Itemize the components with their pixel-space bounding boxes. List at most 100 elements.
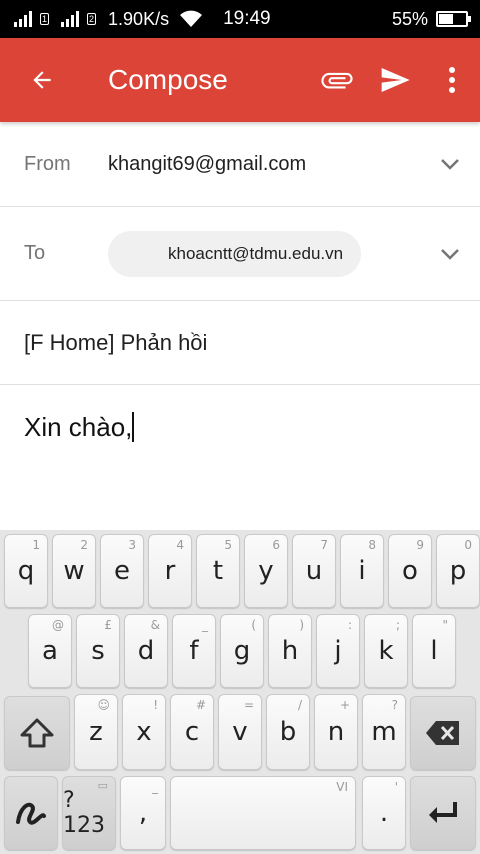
- key-i[interactable]: 8i: [340, 534, 384, 608]
- key-d[interactable]: & d: [124, 614, 168, 688]
- battery-percent: 55%: [391, 8, 428, 29]
- signal-strength-icon: [61, 11, 80, 27]
- enter-icon: [429, 802, 457, 823]
- message-body-field[interactable]: Xin chào,: [0, 386, 480, 530]
- status-bar: 1 2 1.90K/s 19:49 55%: [0, 0, 480, 38]
- key-hint: 7: [320, 538, 328, 552]
- key-x[interactable]: ! x: [122, 694, 166, 770]
- key-hint: 2: [80, 538, 88, 552]
- key-e[interactable]: 3e: [100, 534, 144, 608]
- key-v[interactable]: = v: [218, 694, 262, 770]
- from-row[interactable]: From khangit69@gmail.com: [0, 122, 480, 207]
- backspace-icon: [426, 721, 459, 745]
- period-key-hint: ': [394, 780, 398, 794]
- period-key[interactable]: ' .: [362, 776, 406, 850]
- key-w[interactable]: 2w: [52, 534, 96, 608]
- shift-icon: [20, 718, 54, 748]
- app-bar: Compose: [0, 38, 480, 122]
- key-t[interactable]: 5t: [196, 534, 240, 608]
- key-y[interactable]: 6y: [244, 534, 288, 608]
- key-p[interactable]: 0p: [436, 534, 480, 608]
- message-body-text: Xin chào,: [24, 412, 133, 442]
- key-hint: @: [52, 618, 64, 632]
- key-hint: =: [243, 698, 254, 712]
- key-label: u: [305, 556, 323, 586]
- chevron-down-icon: [441, 159, 459, 170]
- key-label: d: [137, 636, 155, 666]
- key-hint: #: [195, 698, 206, 712]
- key-label: t: [212, 556, 224, 586]
- subject-field[interactable]: [F Home] Phản hồi: [0, 301, 480, 385]
- comma-key-hint: _: [152, 780, 158, 794]
- key-hint: 8: [368, 538, 376, 552]
- key-label: v: [232, 717, 248, 747]
- key-f[interactable]: _ f: [172, 614, 216, 688]
- key-hint: 4: [176, 538, 184, 552]
- key-h[interactable]: ) h: [268, 614, 312, 688]
- key-hint: (: [251, 618, 256, 632]
- more-options-button[interactable]: [424, 38, 480, 122]
- sim1-badge: 1: [40, 13, 50, 25]
- key-z[interactable]: ☺ z: [74, 694, 118, 770]
- attach-button[interactable]: [308, 38, 366, 122]
- key-b[interactable]: / b: [266, 694, 310, 770]
- from-dropdown[interactable]: [420, 158, 480, 170]
- to-row[interactable]: To khoacntt@tdmu.edu.vn: [0, 207, 480, 301]
- key-label: q: [17, 556, 35, 586]
- arrow-back-icon: [33, 71, 51, 89]
- key-hint: 6: [272, 538, 280, 552]
- subject-value: [F Home] Phản hồi: [24, 329, 208, 355]
- key-q[interactable]: 1q: [4, 534, 48, 608]
- battery-icon: [436, 11, 471, 27]
- backspace-key[interactable]: [410, 696, 476, 770]
- key-hint: !: [153, 698, 158, 712]
- key-label: h: [281, 636, 299, 666]
- key-l[interactable]: " l: [412, 614, 456, 688]
- comma-key-label: ,: [138, 798, 148, 828]
- recipient-chip[interactable]: khoacntt@tdmu.edu.vn: [108, 230, 362, 277]
- key-c[interactable]: # c: [170, 694, 214, 770]
- key-hint: +: [339, 698, 350, 712]
- shift-key[interactable]: [4, 696, 70, 770]
- key-hint: ": [442, 618, 448, 632]
- symbols-key[interactable]: ▭ ?123: [62, 776, 116, 850]
- key-hint: 0: [464, 538, 472, 552]
- key-m[interactable]: ? m: [362, 694, 406, 770]
- to-label: To: [24, 242, 46, 264]
- key-label: p: [449, 556, 467, 586]
- key-label: o: [402, 556, 418, 586]
- handwriting-key[interactable]: [4, 776, 58, 850]
- key-u[interactable]: 7u: [292, 534, 336, 608]
- swype-icon: [16, 802, 46, 825]
- key-j[interactable]: :j: [316, 614, 360, 688]
- key-g[interactable]: (g: [220, 614, 264, 688]
- from-label: From: [24, 152, 71, 175]
- soft-keyboard: ▭ ?123 _ , VI ' . 1 q 2 w 3 e 4 r 5 t 6 y 7 u 8 i 9 o 0 p @ a…: [0, 530, 480, 854]
- enter-key[interactable]: [410, 776, 476, 850]
- keyboard-mode-icon: ▭: [97, 779, 108, 792]
- key-r[interactable]: 4r: [148, 534, 192, 608]
- language-hint: VI: [336, 780, 348, 794]
- send-button[interactable]: [366, 38, 424, 122]
- key-label: g: [233, 636, 251, 666]
- symbols-key-label: ?123: [63, 788, 105, 838]
- comma-key[interactable]: _ ,: [120, 776, 166, 850]
- from-value[interactable]: khangit69@gmail.com: [108, 153, 420, 176]
- key-hint: ☺: [97, 698, 110, 712]
- key-k[interactable]: ; k: [364, 614, 408, 688]
- send-icon: [381, 68, 410, 92]
- key-a[interactable]: @ a: [28, 614, 72, 688]
- key-label: l: [430, 636, 438, 666]
- key-s[interactable]: £ s: [76, 614, 120, 688]
- key-label: b: [279, 717, 297, 747]
- chevron-down-icon: [441, 248, 459, 260]
- key-label: k: [378, 636, 394, 666]
- to-dropdown[interactable]: [420, 248, 480, 260]
- network-speed: 1.90K/s: [108, 8, 170, 29]
- space-key[interactable]: VI: [170, 776, 356, 850]
- back-button[interactable]: [0, 38, 84, 122]
- key-n[interactable]: + n: [314, 694, 358, 770]
- key-label: a: [42, 636, 58, 666]
- key-label: z: [89, 717, 103, 747]
- key-o[interactable]: 9o: [388, 534, 432, 608]
